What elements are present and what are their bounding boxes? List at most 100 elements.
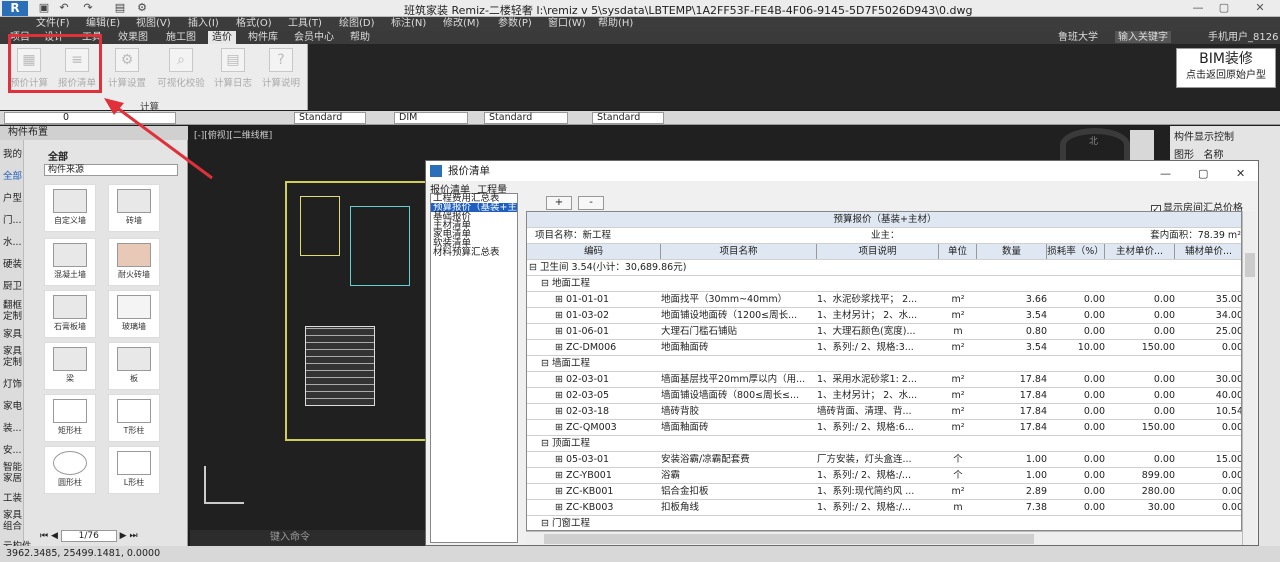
close-button[interactable]: ✕ — [1250, 1, 1270, 15]
section-row[interactable]: ⊟ 地面工程 — [527, 276, 1241, 292]
component-tile[interactable]: 自定义墙 — [44, 184, 96, 232]
last-page-icon[interactable]: ⏭ — [129, 531, 137, 541]
menu-tools[interactable]: 工具(T) — [288, 17, 322, 31]
nav-item[interactable]: 材料预算汇总表 — [431, 248, 517, 258]
scroll-thumb[interactable] — [544, 534, 1034, 544]
table-row[interactable]: ⊞ 01-06-01 大理石门槛石铺贴 1、大理石颜色(宽度)... m 0.80 0.0… — [527, 324, 1241, 340]
dialog-maximize-button[interactable]: ▢ — [1198, 164, 1208, 184]
scroll-thumb[interactable] — [1245, 253, 1255, 277]
command-input[interactable]: 键入命令 — [270, 532, 310, 543]
bim-button[interactable]: BIM装修 点击返回原始户型 — [1176, 48, 1276, 88]
next-page-icon[interactable]: ▶ — [120, 531, 127, 541]
category-item[interactable]: 工装 — [3, 490, 22, 504]
component-tile[interactable]: 矩形柱 — [44, 394, 96, 442]
search-input[interactable]: 输入关键字 — [1115, 31, 1171, 43]
tab-cost[interactable]: 造价 — [208, 31, 236, 44]
component-tile[interactable]: L形柱 — [108, 446, 160, 494]
category-item[interactable]: 家具定制 — [3, 346, 23, 368]
section-row[interactable]: ⊟ 墙面工程 — [527, 356, 1241, 372]
menu-help[interactable]: 帮助(H) — [598, 17, 633, 31]
category-item[interactable]: 厨卫 — [3, 278, 22, 292]
room-row[interactable]: ⊟ 卫生间 3.54(小计：30,689.86元) — [527, 260, 1241, 276]
tab-render[interactable]: 效果图 — [118, 31, 148, 44]
phone-user[interactable]: 手机用户_8126 — [1208, 31, 1278, 43]
table-row[interactable]: ⊞ 02-03-01 墙面基层找平20mm厚以内（用... 1、采用水泥砂浆1: 2… — [527, 372, 1241, 388]
component-tile[interactable]: 圆形柱 — [44, 446, 96, 494]
dialog-minimize-button[interactable]: — — [1160, 164, 1171, 184]
category-item[interactable]: 全部 — [3, 168, 22, 182]
category-item[interactable]: 家电 — [3, 398, 22, 412]
menu-view[interactable]: 视图(V) — [136, 17, 171, 31]
component-tile[interactable]: 砖墙 — [108, 184, 160, 232]
category-item[interactable]: 安... — [3, 442, 22, 456]
category-item[interactable]: 智能家居 — [3, 462, 23, 484]
maximize-button[interactable]: ▢ — [1214, 1, 1234, 15]
view-label[interactable]: [-][俯视][二维线框] — [194, 128, 272, 141]
text-style-select[interactable]: Standard — [294, 112, 366, 124]
command-line[interactable]: 键入命令 — [190, 530, 430, 546]
tab-member[interactable]: 会员中心 — [294, 31, 334, 44]
remove-button[interactable]: - — [578, 196, 604, 210]
table-row[interactable]: ⊞ ZC-QM003 墙面釉面砖 1、系列:/ 2、规格:6... m² 17.84 0.… — [527, 420, 1241, 436]
category-item[interactable]: 门... — [3, 212, 22, 226]
layer-select[interactable]: 0 — [4, 112, 176, 124]
component-tile[interactable]: 石膏板墙 — [44, 290, 96, 338]
calc-settings-button[interactable]: ⚙ 计算设置 — [104, 46, 150, 94]
table-row[interactable]: ⊞ 01-03-02 地面铺设地面砖（1200≤周长... 1、主材另计； 2、水.… — [527, 308, 1241, 324]
component-tile[interactable]: 耐火砖墙 — [108, 238, 160, 286]
calc-log-button[interactable]: ▤ 计算日志 — [210, 46, 256, 94]
menu-insert[interactable]: 插入(I) — [188, 17, 219, 31]
redo-icon[interactable]: ↷ — [80, 1, 96, 15]
component-tile[interactable]: 混凝土墙 — [44, 238, 96, 286]
table-row[interactable]: ⊞ ZC-KB001 铝合金扣板 1、系列:现代简约风 ... m² 2.89 0.00 2… — [527, 484, 1241, 500]
table-row[interactable]: ⊞ 02-03-05 墙面铺设墙面砖（800≤周长≤... 1、主材另计； 2、水.… — [527, 388, 1241, 404]
component-tile[interactable]: 板 — [108, 342, 160, 390]
first-page-icon[interactable]: ⏮ — [40, 531, 48, 541]
category-item[interactable]: 我的 — [3, 146, 22, 160]
print-icon[interactable]: ▤ — [112, 1, 128, 15]
menu-edit[interactable]: 编辑(E) — [86, 17, 120, 31]
table-style-select[interactable]: Standard — [484, 112, 568, 124]
tab-library[interactable]: 构件库 — [248, 31, 278, 44]
table-row[interactable]: ⊞ 01-01-01 地面找平（30mm~40mm） 1、水泥砂浆找平； 2... m… — [527, 292, 1241, 308]
table-row[interactable]: ⊞ 05-03-01 安装浴霸/凉霸配套费 厂方安装，灯头盒连... 个 1.00 0.0… — [527, 452, 1241, 468]
menu-window[interactable]: 窗口(W) — [548, 17, 586, 31]
calc-help-button[interactable]: ? 计算说明 — [258, 46, 304, 94]
category-item[interactable]: 装... — [3, 420, 22, 434]
page-indicator[interactable]: 1/76 — [60, 530, 117, 542]
menu-file[interactable]: 文件(F) — [36, 17, 70, 31]
menu-dimension[interactable]: 标注(N) — [391, 17, 426, 31]
component-tile[interactable]: 梁 — [44, 342, 96, 390]
mleader-style-select[interactable]: Standard — [592, 112, 664, 124]
menu-modify[interactable]: 修改(M) — [443, 17, 479, 31]
dim-style-select[interactable]: DIM — [394, 112, 468, 124]
category-item[interactable]: 硬装 — [3, 256, 22, 270]
component-tile[interactable]: 玻璃墙 — [108, 290, 160, 338]
vertical-scrollbar[interactable] — [1242, 211, 1256, 545]
section-row[interactable]: ⊟ 门窗工程 — [527, 516, 1241, 530]
table-info-row[interactable]: 项目名称：新工程 业主： 套内面积：78.39 m² — [527, 228, 1241, 244]
settings-icon[interactable]: ⚙ — [134, 1, 150, 15]
menu-params[interactable]: 参数(P) — [498, 17, 532, 31]
category-item[interactable]: 翻框定制 — [3, 300, 23, 322]
tab-help[interactable]: 帮助 — [350, 31, 370, 44]
save-icon[interactable]: ▣ — [36, 1, 52, 15]
category-item[interactable]: 家具组合 — [3, 510, 23, 532]
tab-construction[interactable]: 施工图 — [166, 31, 196, 44]
prev-page-icon[interactable]: ◀ — [51, 531, 58, 541]
category-item[interactable]: 水... — [3, 234, 22, 248]
table-row[interactable]: ⊞ ZC-KB003 扣板角线 1、系列:/ 2、规格:/... m 7.38 0.00 3… — [527, 500, 1241, 516]
horizontal-scrollbar[interactable] — [526, 531, 1242, 545]
add-button[interactable]: + — [546, 196, 572, 210]
category-item[interactable]: 灯饰 — [3, 376, 22, 390]
menu-format[interactable]: 格式(O) — [236, 17, 272, 31]
category-item[interactable]: 家具 — [3, 326, 22, 340]
menu-draw[interactable]: 绘图(D) — [339, 17, 375, 31]
table-row[interactable]: ⊞ ZC-YB001 浴霸 1、系列:/ 2、规格:/... 个 1.00 0.00 899… — [527, 468, 1241, 484]
table-row[interactable]: ⊞ 02-03-18 墙砖背胶 墙砖背面、清理、背... m² 17.84 0.00 0.0… — [527, 404, 1241, 420]
filter-all[interactable]: 全部 — [48, 148, 68, 163]
visual-check-button[interactable]: ⌕ 可视化校验 — [154, 46, 208, 94]
user-label[interactable]: 鲁班大学 — [1058, 31, 1098, 43]
table-row[interactable]: ⊞ ZC-DM006 地面釉面砖 1、系列:/ 2、规格:3... m² 3.54 10.… — [527, 340, 1241, 356]
component-tile[interactable]: T形柱 — [108, 394, 160, 442]
